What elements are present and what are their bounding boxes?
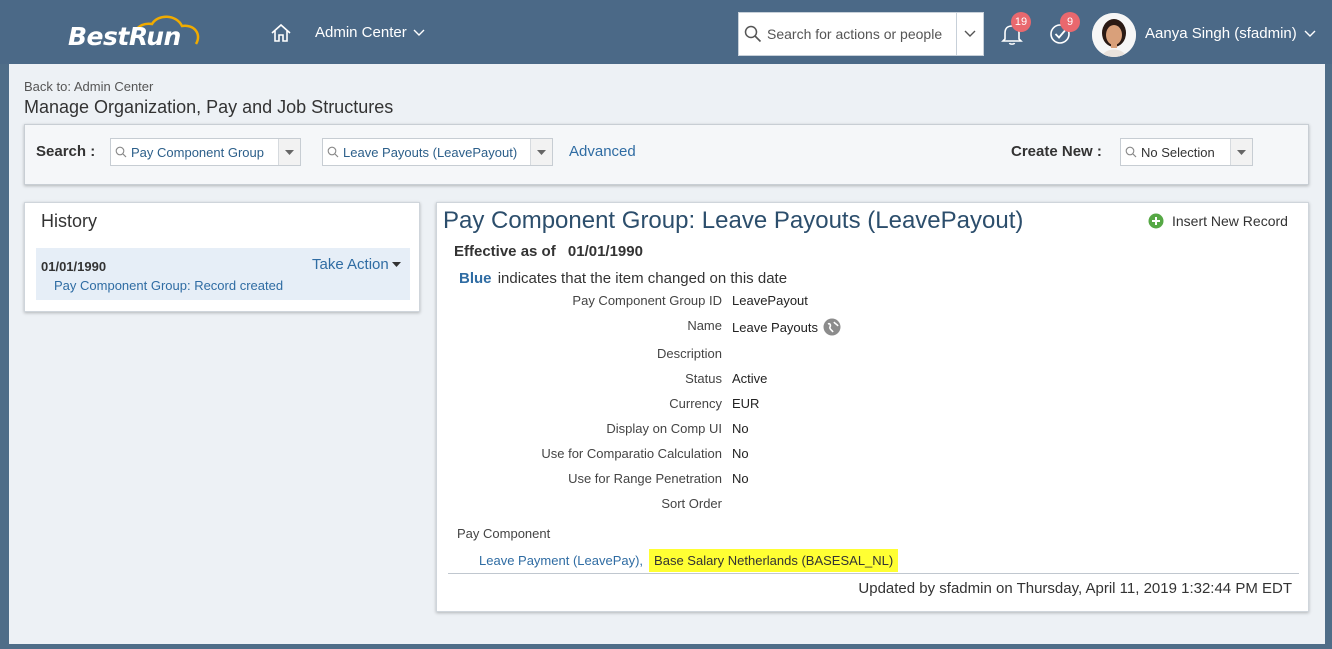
field-label: Currency [669, 396, 722, 411]
effective-label: Effective as of [454, 243, 556, 260]
field-label: Sort Order [661, 496, 722, 511]
field-row-currency: Currency EUR [437, 396, 1310, 416]
page-title: Manage Organization, Pay and Job Structu… [24, 97, 394, 117]
history-item-description[interactable]: Pay Component Group: Record created [54, 278, 283, 293]
field-value-text: No [732, 471, 749, 486]
create-new-dropdown-button[interactable] [1230, 139, 1252, 165]
field-row-display-on-comp-ui: Display on Comp UI No [437, 421, 1310, 441]
user-name: Aanya Singh (sfadmin) [1145, 25, 1297, 42]
object-type-value: Pay Component Group [131, 144, 264, 160]
logo-text: BestRun [68, 22, 181, 51]
history-title: History [41, 211, 98, 231]
bestrun-logo[interactable]: BestRun [66, 10, 206, 54]
divider [448, 573, 1299, 574]
field-row-status: Status Active [437, 371, 1310, 391]
field-value: EUR [732, 396, 759, 411]
search-panel: Search : Pay Component Group Leave Payou… [24, 124, 1309, 185]
insert-new-record-button[interactable]: Insert New Record [1148, 213, 1288, 229]
object-value-dropdown-button[interactable] [530, 139, 552, 165]
shell-bar: BestRun Admin Center 19 9 [0, 0, 1332, 64]
insert-new-record-label: Insert New Record [1172, 213, 1288, 229]
field-value-text: LeavePayout [732, 293, 808, 308]
object-type-dropdown-button[interactable] [278, 139, 300, 165]
pay-component-list: Leave Payment (LeavePay), Base Salary Ne… [479, 549, 899, 572]
take-action-label: Take Action [312, 256, 389, 273]
field-value: LeavePayout [732, 293, 808, 308]
field-row-range-penetration: Use for Range Penetration No [437, 471, 1310, 491]
search-label: Search : [36, 143, 96, 160]
search-icon [111, 146, 131, 158]
field-label: Use for Comparatio Calculation [541, 446, 722, 461]
caret-down-icon [285, 149, 294, 155]
field-value-text: Leave Payouts [732, 319, 819, 335]
history-item-date: 01/01/1990 [41, 259, 107, 274]
chevron-down-icon [413, 29, 425, 36]
create-new-label: Create New : [1011, 143, 1102, 160]
search-icon [323, 146, 343, 158]
field-value: No [732, 471, 749, 486]
caret-down-icon [537, 149, 546, 155]
admin-center-menu[interactable]: Admin Center [315, 24, 425, 41]
field-value: No [732, 421, 749, 436]
plus-circle-icon [1148, 213, 1164, 229]
chevron-down-icon [964, 30, 976, 37]
field-row-pay-component-group-id: Pay Component Group ID LeavePayout [437, 293, 1310, 313]
notifications-badge: 19 [1011, 12, 1031, 32]
field-label: Use for Range Penetration [568, 471, 722, 486]
object-value-combobox[interactable]: Leave Payouts (LeavePayout) [322, 138, 553, 166]
field-value-text: No [732, 421, 749, 436]
home-icon[interactable] [270, 22, 292, 44]
field-label: Status [685, 371, 722, 386]
search-icon [739, 13, 767, 55]
caret-down-icon [1237, 149, 1246, 155]
global-search-input[interactable] [767, 14, 956, 54]
history-panel: History 01/01/1990 Pay Component Group: … [24, 202, 420, 312]
field-value: Leave Payouts [732, 318, 841, 336]
history-item[interactable]: 01/01/1990 Pay Component Group: Record c… [36, 248, 410, 300]
avatar-photo-icon [1092, 13, 1136, 57]
pay-component-label: Pay Component [457, 526, 551, 541]
create-new-combobox[interactable]: No Selection [1120, 138, 1253, 166]
record-title: Pay Component Group: Leave Payouts (Leav… [443, 207, 1024, 234]
field-row-name: Name Leave Payouts [437, 318, 1310, 338]
object-type-combobox[interactable]: Pay Component Group [110, 138, 301, 166]
field-value: Active [732, 371, 767, 386]
caret-down-icon [391, 262, 401, 267]
field-value: No [732, 446, 749, 461]
legend-text: indicates that the item changed on this … [497, 270, 788, 287]
pay-component-link-leave-payment[interactable]: Leave Payment (LeavePay), [479, 553, 643, 568]
advanced-search-link[interactable]: Advanced [569, 143, 636, 160]
field-label: Name [687, 318, 722, 333]
field-row-sort-order: Sort Order [437, 496, 1310, 516]
globe-translate-icon[interactable] [823, 318, 841, 336]
search-dropdown-button[interactable] [956, 13, 983, 55]
back-link[interactable]: Back to: Admin Center [24, 79, 153, 94]
record-detail-panel: Pay Component Group: Leave Payouts (Leav… [436, 202, 1309, 612]
effective-date: Effective as of 01/01/1990 [454, 243, 643, 260]
page-content: Back to: Admin Center Manage Organizatio… [9, 64, 1325, 644]
change-legend: Blue indicates that the item changed on … [459, 270, 787, 287]
field-value-text: No [732, 446, 749, 461]
updated-by-text: Updated by sfadmin on Thursday, April 11… [858, 580, 1292, 597]
pay-component-link-base-salary[interactable]: Base Salary Netherlands (BASESAL_NL) [649, 549, 899, 572]
user-menu[interactable]: Aanya Singh (sfadmin) [1145, 25, 1316, 42]
field-value-text: Active [732, 371, 768, 386]
field-value-text: EUR [732, 396, 760, 411]
admin-center-label: Admin Center [315, 24, 407, 41]
effective-date-value: 01/01/1990 [567, 243, 643, 260]
object-value-text: Leave Payouts (LeavePayout) [343, 144, 518, 160]
take-action-menu[interactable]: Take Action [312, 256, 401, 273]
field-row-comparatio: Use for Comparatio Calculation No [437, 446, 1310, 466]
search-icon [1121, 146, 1141, 158]
create-new-value: No Selection [1141, 144, 1215, 160]
field-label: Pay Component Group ID [572, 293, 722, 308]
chevron-down-icon [1304, 30, 1316, 37]
tasks-badge: 9 [1060, 12, 1080, 32]
field-label: Display on Comp UI [606, 421, 722, 436]
global-search [738, 12, 984, 56]
legend-blue-word: Blue [459, 270, 492, 287]
user-avatar[interactable] [1092, 13, 1136, 57]
field-label: Description [656, 346, 722, 361]
field-row-description: Description [437, 346, 1310, 366]
